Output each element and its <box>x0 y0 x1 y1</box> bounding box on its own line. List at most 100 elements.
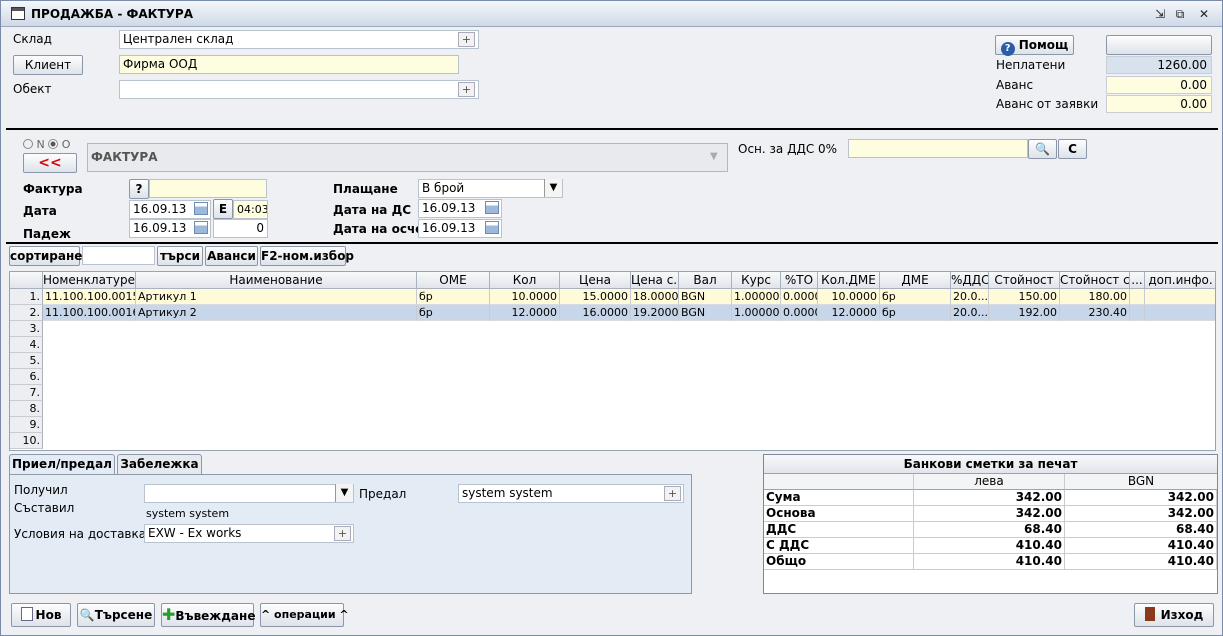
grid-column-header[interactable]: ОМЕ <box>417 272 490 289</box>
warehouse-add-button[interactable]: + <box>458 32 475 47</box>
grid-cell[interactable]: Артикул 1 <box>136 289 417 305</box>
grid-cell[interactable]: 20.0... <box>951 305 989 321</box>
grid-cell[interactable]: 19.2000 <box>631 305 679 321</box>
grid-cell[interactable]: 11.100.100.0016 <box>43 305 136 321</box>
help-button[interactable]: ? Помощ <box>995 35 1074 56</box>
blank-button[interactable] <box>1106 35 1212 55</box>
grid-column-header[interactable]: ... <box>1130 272 1145 289</box>
client-button[interactable]: Клиент <box>13 55 83 75</box>
row-number[interactable]: 7. <box>10 385 43 401</box>
calendar-icon[interactable] <box>194 202 208 215</box>
delivery-field[interactable]: EXW - Ex works <box>144 524 354 543</box>
calendar-icon[interactable] <box>485 221 499 234</box>
tab-note[interactable]: Забележка <box>117 454 202 474</box>
grid-column-header[interactable]: Курс <box>732 272 781 289</box>
enter-button[interactable]: ✚Въвеждане <box>161 603 255 627</box>
grid-cell[interactable] <box>1145 305 1215 321</box>
grid-cell[interactable]: 180.00 <box>1060 289 1130 305</box>
object-field[interactable] <box>119 80 479 99</box>
grid-cell[interactable]: BGN <box>679 289 732 305</box>
operations-button[interactable]: ^ операции ^ <box>260 603 349 627</box>
chevron-down-icon[interactable]: ▼ <box>544 179 562 197</box>
grid-cell[interactable] <box>1130 289 1145 305</box>
doc-type-select[interactable]: ФАКТУРА <box>87 143 728 172</box>
grid-cell[interactable]: бр <box>417 305 490 321</box>
sort-button[interactable]: сортиране <box>9 246 82 266</box>
grid-cell[interactable]: 18.0000 <box>631 289 679 305</box>
radio-n[interactable] <box>23 139 33 149</box>
grid-cell[interactable]: 12.0000 <box>490 305 560 321</box>
payment-select[interactable]: В брой <box>418 179 563 198</box>
advances-button[interactable]: Аванси <box>205 246 258 266</box>
row-number[interactable]: 3. <box>10 321 43 337</box>
grid-cell[interactable]: 10.0000 <box>490 289 560 305</box>
row-number[interactable]: 4. <box>10 337 43 353</box>
sort-field[interactable] <box>82 246 155 265</box>
chevron-down-icon[interactable]: ▼ <box>335 484 353 502</box>
warehouse-field[interactable]: Централен склад <box>119 30 479 49</box>
row-number[interactable]: 8. <box>10 401 43 417</box>
row-number[interactable]: 1. <box>10 289 43 305</box>
e-button[interactable]: E <box>213 199 233 219</box>
grid-cell[interactable]: 10.0000 <box>818 289 880 305</box>
back-button[interactable]: << <box>23 153 77 173</box>
radio-o[interactable] <box>48 139 59 149</box>
due-days-field[interactable]: 0 <box>213 219 268 238</box>
invoice-number-field[interactable] <box>149 179 267 198</box>
minimize-icon[interactable]: ⇲ <box>1153 7 1167 21</box>
maximize-icon[interactable]: ⧉ <box>1173 7 1187 21</box>
exit-button[interactable]: Изход <box>1134 603 1214 627</box>
invoice-q-button[interactable]: ? <box>129 179 149 199</box>
grid-column-header[interactable]: Наименование <box>136 272 417 289</box>
grid-cell[interactable]: 192.00 <box>989 305 1060 321</box>
new-button[interactable]: Нов <box>11 603 71 627</box>
grid-cell[interactable]: 1.000000 <box>732 305 781 321</box>
grid-cell[interactable]: 150.00 <box>989 289 1060 305</box>
grid-column-header[interactable]: Стойност с... <box>1060 272 1130 289</box>
row-number[interactable]: 5. <box>10 353 43 369</box>
grid-cell[interactable]: 11.100.100.0015 <box>43 289 136 305</box>
vat-basis-field[interactable] <box>848 139 1028 158</box>
vat-search-button[interactable]: 🔍 <box>1028 139 1057 159</box>
grid-cell[interactable]: бр <box>417 289 490 305</box>
vat-c-button[interactable]: С <box>1058 139 1087 159</box>
grid-column-header[interactable]: доп.инфо. <box>1145 272 1215 289</box>
grid-column-header[interactable]: ДМЕ <box>880 272 951 289</box>
client-field[interactable]: Фирма ООД <box>119 55 459 74</box>
grid-column-header[interactable]: %ТО <box>781 272 818 289</box>
row-number[interactable]: 10. <box>10 433 43 449</box>
row-number[interactable]: 9. <box>10 417 43 433</box>
object-add-button[interactable]: + <box>458 82 475 97</box>
grid-column-header[interactable]: Стойност <box>989 272 1060 289</box>
received-select[interactable] <box>144 484 354 503</box>
grid-cell[interactable]: 12.0000 <box>818 305 880 321</box>
tab-received-handed[interactable]: Приел/предал <box>9 454 115 474</box>
grid-cell[interactable]: 1.000000 <box>732 289 781 305</box>
grid-cell[interactable]: 16.0000 <box>560 305 631 321</box>
grid-cell[interactable]: 15.0000 <box>560 289 631 305</box>
f2-select-button[interactable]: F2-ном.избор <box>260 246 354 266</box>
row-number[interactable]: 2. <box>10 305 43 321</box>
search-button[interactable]: търси <box>157 246 203 266</box>
grid-cell[interactable] <box>1145 289 1215 305</box>
items-grid[interactable]: Номенклатуре...НаименованиеОМЕКолЦенаЦен… <box>9 271 1216 451</box>
calendar-icon[interactable] <box>194 221 208 234</box>
grid-column-header[interactable]: %ДДС <box>951 272 989 289</box>
handed-add-button[interactable]: + <box>664 486 681 501</box>
grid-cell[interactable]: BGN <box>679 305 732 321</box>
grid-cell[interactable]: 0.0000 <box>781 305 818 321</box>
time-field[interactable]: 04:03 <box>233 200 268 219</box>
grid-cell[interactable]: бр <box>880 289 951 305</box>
close-icon[interactable]: ✕ <box>1197 7 1211 21</box>
grid-cell[interactable]: бр <box>880 305 951 321</box>
grid-column-header[interactable]: Кол.ДМЕ <box>818 272 880 289</box>
grid-cell[interactable]: 20.0... <box>951 289 989 305</box>
grid-column-header[interactable]: Номенклатуре... <box>43 272 136 289</box>
grid-cell[interactable]: Артикул 2 <box>136 305 417 321</box>
row-number[interactable]: 6. <box>10 369 43 385</box>
delivery-add-button[interactable]: + <box>334 526 351 541</box>
grid-column-header[interactable]: Вал <box>679 272 732 289</box>
grid-cell[interactable]: 230.40 <box>1060 305 1130 321</box>
grid-column-header[interactable]: Цена с... <box>631 272 679 289</box>
grid-cell[interactable]: 0.0000 <box>781 289 818 305</box>
